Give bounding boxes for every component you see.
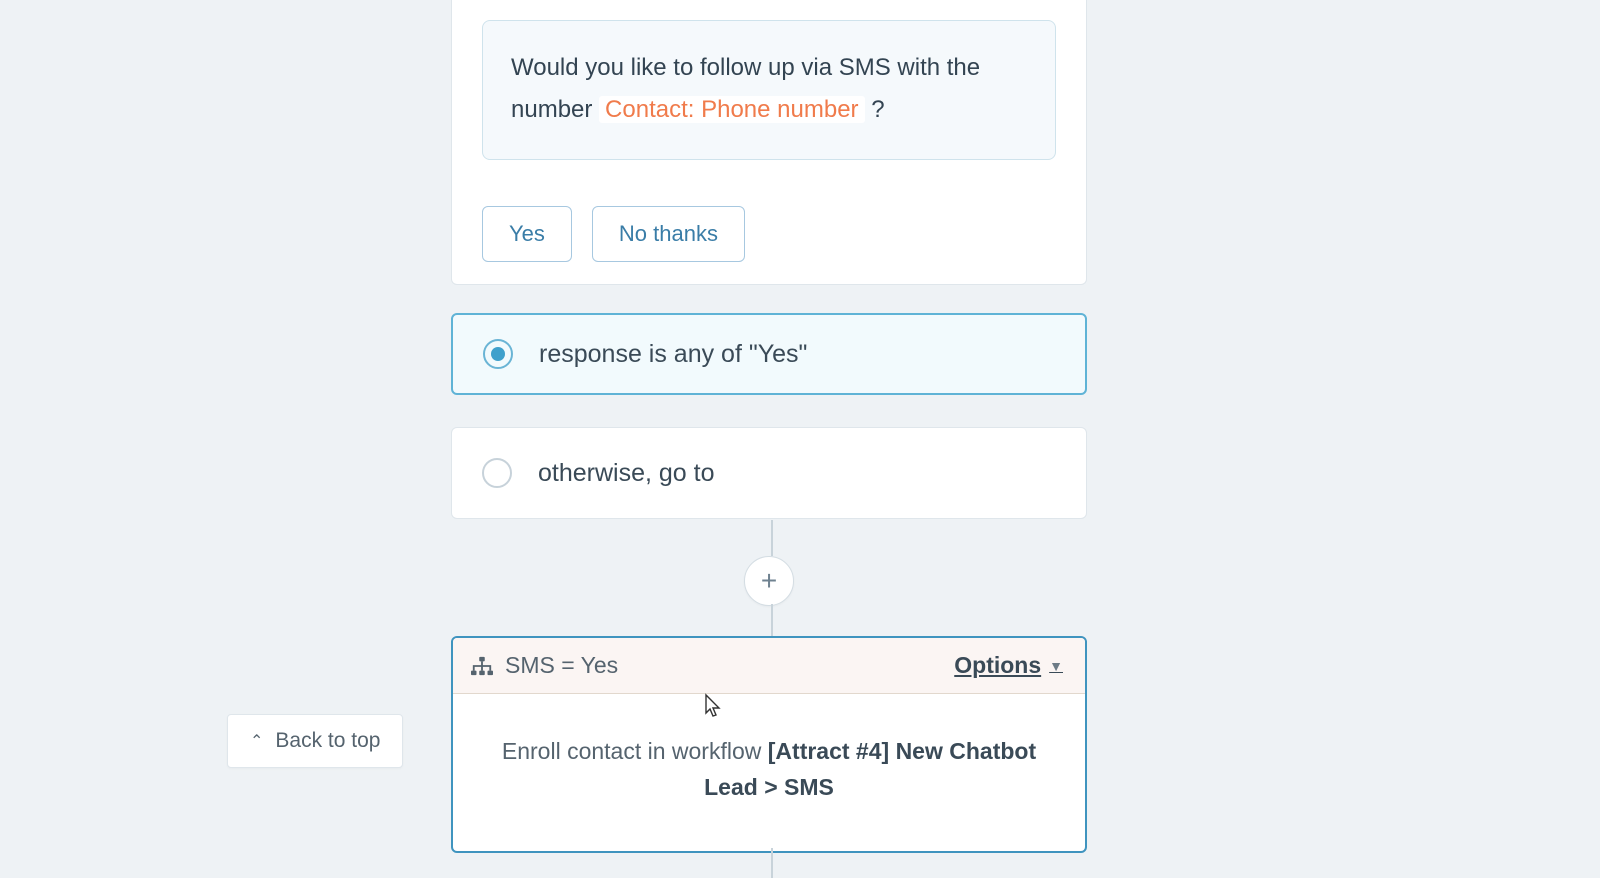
branch-label-otherwise: otherwise, go to [538, 459, 715, 488]
radio-unselected-icon [482, 458, 512, 488]
workflow-action-card[interactable]: SMS = Yes Options ▼ Enroll contact in wo… [451, 636, 1087, 853]
bot-message-text-after: ? [871, 96, 884, 123]
workflow-action-body-prefix: Enroll contact in workflow [502, 738, 768, 764]
sitemap-icon [471, 656, 493, 676]
bot-message-bubble: Would you like to follow up via SMS with… [482, 20, 1056, 160]
quick-reply-no-button[interactable]: No thanks [592, 206, 745, 262]
quick-reply-row: Yes No thanks [482, 206, 1056, 262]
add-step-button[interactable]: + [744, 556, 794, 606]
branch-label-yes: response is any of "Yes" [539, 340, 807, 369]
connector-line [771, 520, 773, 556]
bot-message-card: Would you like to follow up via SMS with… [451, 0, 1087, 285]
connector-line [771, 604, 773, 636]
radio-selected-icon [483, 339, 513, 369]
branch-card-otherwise[interactable]: otherwise, go to [451, 427, 1087, 519]
options-label: Options [954, 652, 1041, 679]
workflow-action-header: SMS = Yes Options ▼ [453, 638, 1085, 694]
branch-card-yes[interactable]: response is any of "Yes" [451, 313, 1087, 395]
workflow-action-body: Enroll contact in workflow [Attract #4] … [453, 694, 1085, 851]
quick-reply-yes-button[interactable]: Yes [482, 206, 572, 262]
workflow-action-title: SMS = Yes [505, 652, 618, 679]
connector-line [771, 848, 773, 878]
options-dropdown[interactable]: Options ▼ [954, 652, 1063, 679]
chevron-down-icon: ▼ [1049, 658, 1063, 674]
property-token-phone[interactable]: Contact: Phone number [599, 96, 865, 123]
back-to-top-button[interactable]: ⌃ Back to top [227, 714, 403, 768]
back-to-top-label: Back to top [275, 729, 380, 753]
chevron-up-icon: ⌃ [250, 731, 263, 751]
